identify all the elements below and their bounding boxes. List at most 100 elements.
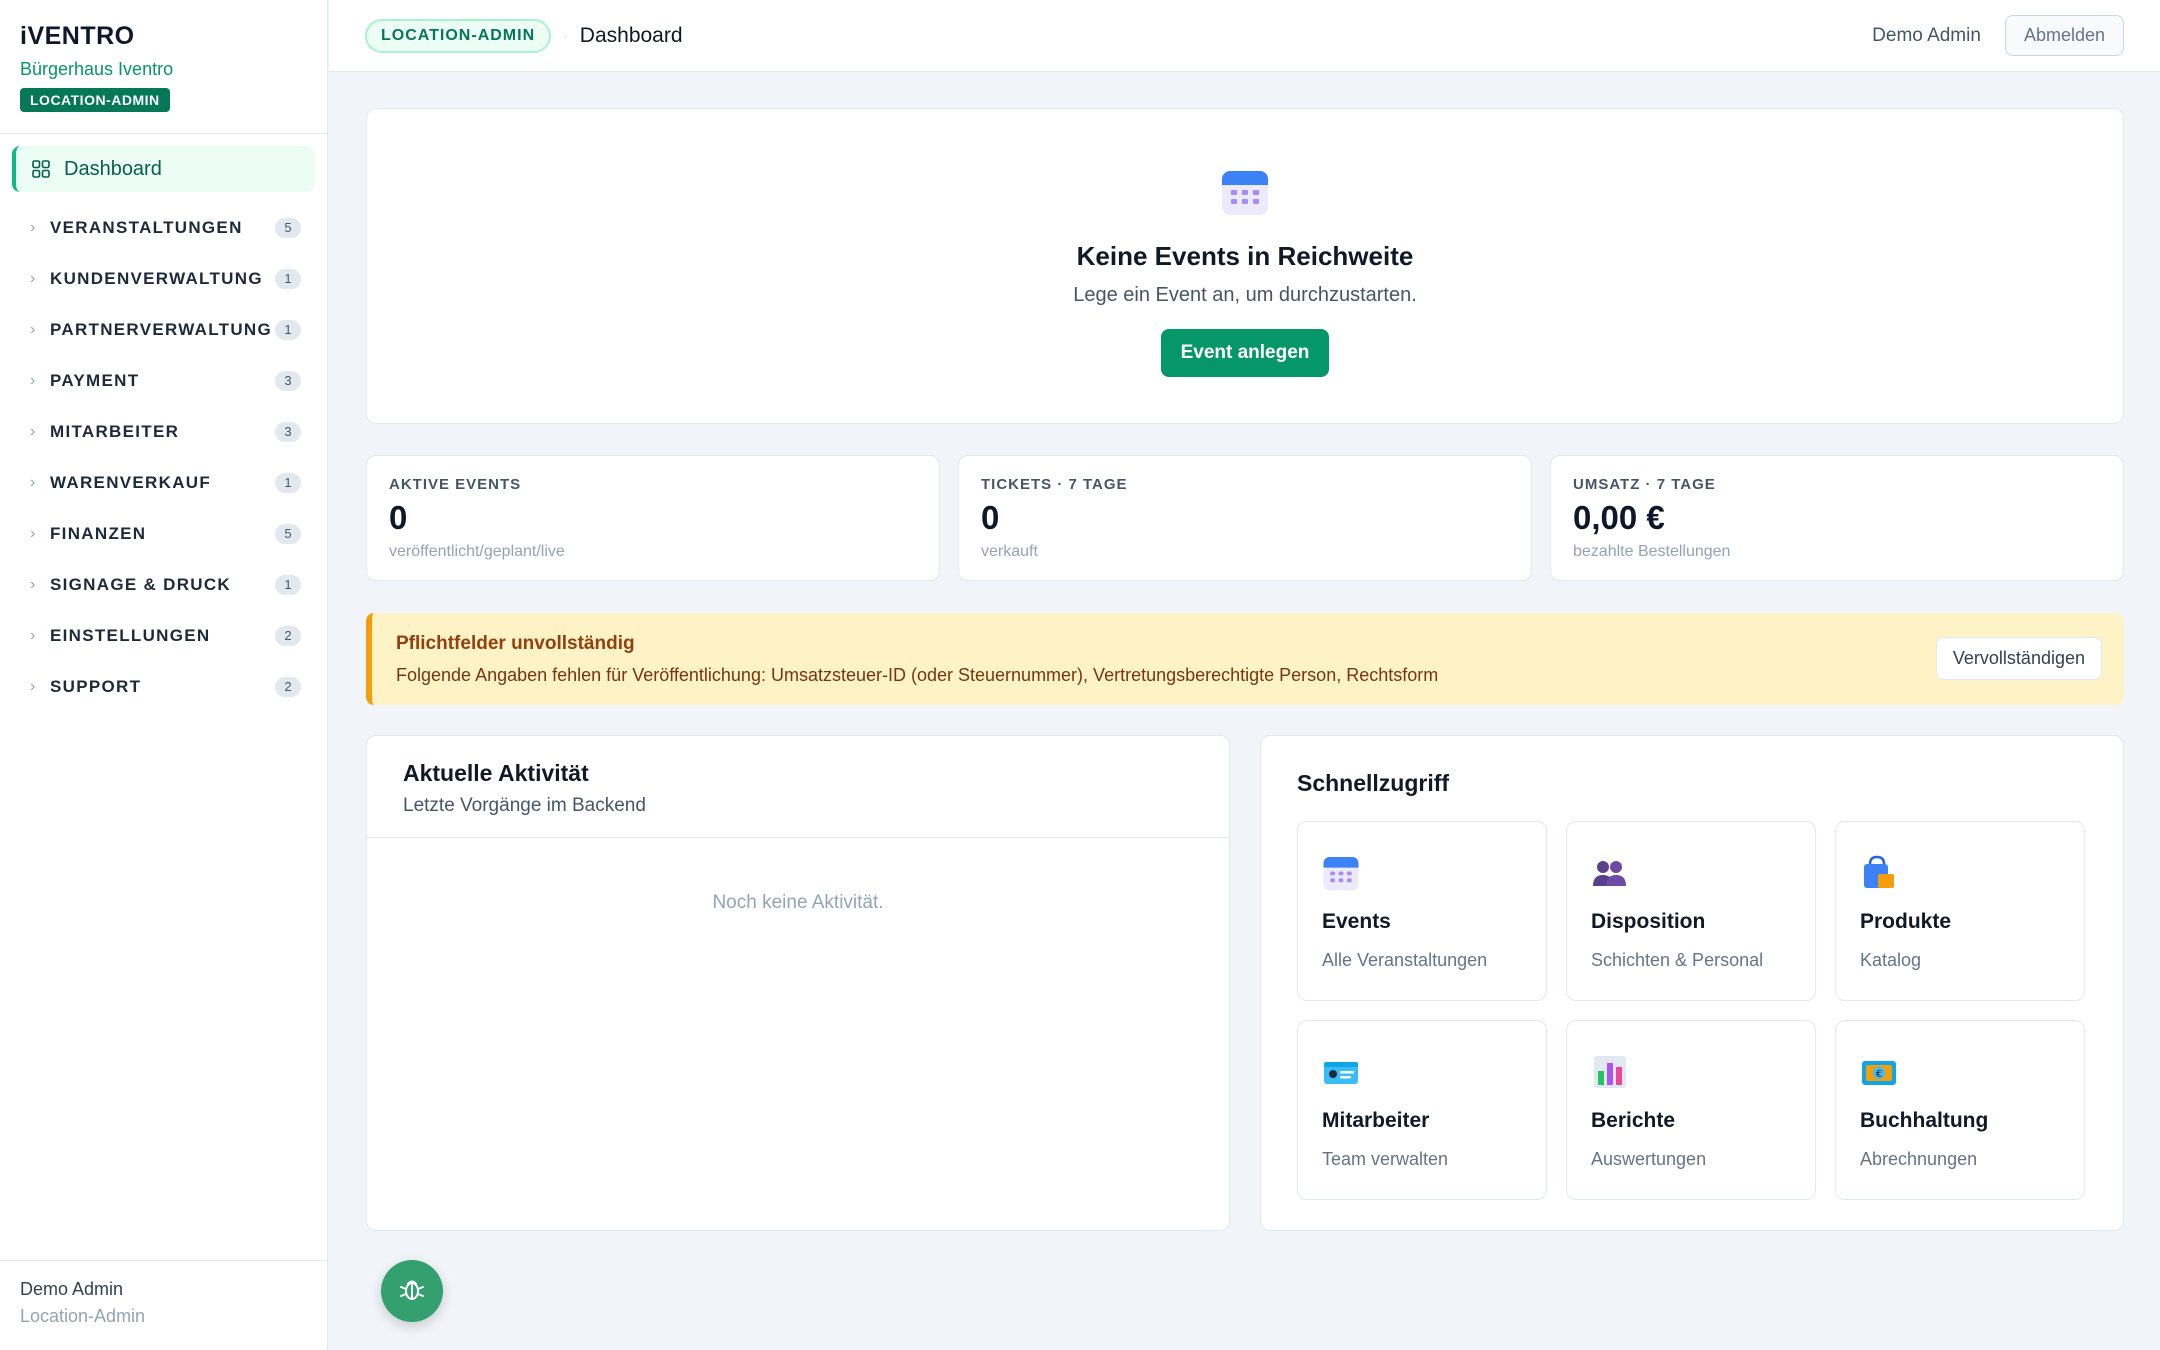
complete-profile-button[interactable]: Vervollständigen bbox=[1935, 637, 2102, 680]
sidebar-item-mitarbeiter[interactable]: › MITARBEITER 3 bbox=[12, 406, 315, 457]
quick-tile-events[interactable]: Events Alle Veranstaltungen bbox=[1297, 821, 1547, 1001]
chevron-right-icon: › bbox=[30, 269, 36, 287]
stat-label: UMSATZ · 7 TAGE bbox=[1573, 476, 1716, 493]
stat-label: TICKETS · 7 TAGE bbox=[981, 476, 1128, 493]
sidebar-item-label: KUNDENVERWALTUNG bbox=[50, 268, 263, 288]
sidebar-item-finanzen[interactable]: › FINANZEN 5 bbox=[12, 508, 315, 559]
chevron-right-icon: › bbox=[30, 677, 36, 695]
breadcrumb-separator: · bbox=[563, 27, 568, 44]
brand-logo-text[interactable]: iVENTRO bbox=[20, 22, 307, 51]
quick-tile-subtitle: Team verwalten bbox=[1322, 1149, 1449, 1169]
quick-tile-subtitle: Katalog bbox=[1860, 950, 1922, 970]
sidebar-item-einstellungen[interactable]: › EINSTELLUNGEN 2 bbox=[12, 610, 315, 661]
sidebar-item-label: VERANSTALTUNGEN bbox=[50, 217, 243, 237]
quick-tile-title: Berichte bbox=[1591, 1109, 1676, 1132]
chevron-right-icon: › bbox=[30, 218, 36, 236]
logout-button[interactable]: Abmelden bbox=[2004, 15, 2124, 56]
quick-tile-title: Disposition bbox=[1591, 910, 1706, 933]
money-icon: € bbox=[1860, 1053, 1898, 1091]
sidebar: iVENTRO Bürgerhaus Iventro LOCATION-ADMI… bbox=[0, 0, 328, 1350]
sidebar-item-partnerverwaltung[interactable]: › PARTNERVERWALTUNG 1 bbox=[12, 304, 315, 355]
count-badge: 3 bbox=[275, 421, 301, 442]
sidebar-item-kundenverwaltung[interactable]: › KUNDENVERWALTUNG 1 bbox=[12, 253, 315, 304]
quick-tile-subtitle: Abrechnungen bbox=[1860, 1149, 1978, 1169]
count-badge: 1 bbox=[275, 472, 301, 493]
quick-tile-subtitle: Alle Veranstaltungen bbox=[1322, 950, 1488, 970]
quick-tile-mitarbeiter[interactable]: Mitarbeiter Team verwalten bbox=[1297, 1020, 1547, 1200]
quick-tile-subtitle: Auswertungen bbox=[1591, 1149, 1707, 1169]
shopping-bag-icon bbox=[1860, 854, 1898, 892]
sidebar-item-label: PAYMENT bbox=[50, 370, 140, 390]
location-name: Bürgerhaus Iventro bbox=[20, 59, 174, 79]
bug-icon bbox=[398, 1275, 426, 1308]
chevron-right-icon: › bbox=[30, 371, 36, 389]
quick-access-grid: Events Alle Veranstaltungen Disposition … bbox=[1297, 821, 2087, 1200]
bug-report-button[interactable] bbox=[381, 1260, 443, 1322]
create-event-button[interactable]: Event anlegen bbox=[1160, 329, 1330, 377]
quick-access-card: Schnellzugriff Events Alle Veranstaltung… bbox=[1260, 735, 2124, 1231]
role-badge: LOCATION-ADMIN bbox=[20, 88, 170, 112]
quick-tile-disposition[interactable]: Disposition Schichten & Personal bbox=[1566, 821, 1816, 1001]
quick-tile-title: Mitarbeiter bbox=[1322, 1109, 1430, 1132]
alert-text: Folgende Angaben fehlen für Veröffentlic… bbox=[396, 665, 1439, 685]
quick-tile-produkte[interactable]: Produkte Katalog bbox=[1835, 821, 2085, 1001]
sidebar-item-label: EINSTELLUNGEN bbox=[50, 625, 211, 645]
empty-events-card: Keine Events in Reichweite Lege ein Even… bbox=[366, 108, 2124, 424]
count-badge: 5 bbox=[275, 523, 301, 544]
footer-user-role: Location-Admin bbox=[20, 1306, 146, 1326]
breadcrumb: Dashboard bbox=[579, 23, 683, 47]
top-header: LOCATION-ADMIN · Dashboard Demo Admin Ab… bbox=[329, 0, 2160, 72]
footer-user-name: Demo Admin bbox=[20, 1279, 124, 1299]
activity-card: Aktuelle Aktivität Letzte Vorgänge im Ba… bbox=[366, 735, 1230, 1231]
count-badge: 1 bbox=[275, 319, 301, 340]
activity-subtitle: Letzte Vorgänge im Backend bbox=[403, 795, 646, 816]
chevron-right-icon: › bbox=[30, 524, 36, 542]
stat-card-revenue: UMSATZ · 7 TAGE 0,00 € bezahlte Bestellu… bbox=[1550, 455, 2124, 581]
calendar-icon bbox=[1220, 167, 1270, 217]
stat-label: AKTIVE EVENTS bbox=[389, 476, 522, 493]
chevron-right-icon: › bbox=[30, 473, 36, 491]
empty-state-subtitle: Lege ein Event an, um durchzustarten. bbox=[1073, 284, 1417, 306]
sidebar-item-signage-druck[interactable]: › SIGNAGE & DRUCK 1 bbox=[12, 559, 315, 610]
stat-caption: verkauft bbox=[981, 543, 1038, 560]
quick-tile-title: Buchhaltung bbox=[1860, 1109, 1989, 1132]
stat-value: 0 bbox=[981, 499, 1000, 536]
calendar-icon bbox=[1322, 854, 1360, 892]
quick-tile-subtitle: Schichten & Personal bbox=[1591, 950, 1764, 970]
stat-card-active-events: AKTIVE EVENTS 0 veröffentlicht/geplant/l… bbox=[366, 455, 940, 581]
sidebar-item-label: PARTNERVERWALTUNG bbox=[50, 319, 273, 339]
quick-tile-title: Events bbox=[1322, 910, 1391, 933]
header-user-name: Demo Admin bbox=[1872, 24, 1981, 46]
sidebar-item-label: SUPPORT bbox=[50, 676, 142, 696]
sidebar-item-warenverkauf[interactable]: › WARENVERKAUF 1 bbox=[12, 457, 315, 508]
chevron-right-icon: › bbox=[30, 422, 36, 440]
stat-caption: bezahlte Bestellungen bbox=[1573, 543, 1731, 560]
quick-tile-berichte[interactable]: Berichte Auswertungen bbox=[1566, 1020, 1816, 1200]
activity-header: Aktuelle Aktivität Letzte Vorgänge im Ba… bbox=[367, 736, 1229, 838]
alert-title: Pflichtfelder unvollständig bbox=[396, 633, 635, 654]
quick-access-title: Schnellzugriff bbox=[1297, 770, 1450, 796]
stat-value: 0 bbox=[389, 499, 408, 536]
sidebar-item-label: WARENVERKAUF bbox=[50, 472, 212, 492]
stat-caption: veröffentlicht/geplant/live bbox=[389, 543, 565, 560]
sidebar-item-support[interactable]: › SUPPORT 2 bbox=[12, 661, 315, 712]
quick-tile-buchhaltung[interactable]: € Buchhaltung Abrechnungen bbox=[1835, 1020, 2085, 1200]
count-badge: 1 bbox=[275, 574, 301, 595]
header-user-area: Demo Admin Abmelden bbox=[1872, 15, 2124, 56]
id-card-icon bbox=[1322, 1053, 1360, 1091]
sidebar-item-veranstaltungen[interactable]: › VERANSTALTUNGEN 5 bbox=[12, 202, 315, 253]
role-pill: LOCATION-ADMIN bbox=[365, 18, 552, 53]
activity-empty-text: Noch keine Aktivität. bbox=[712, 892, 884, 913]
sidebar-nav: Dashboard › VERANSTALTUNGEN 5 › KUNDENVE… bbox=[0, 134, 327, 724]
chevron-right-icon: › bbox=[30, 320, 36, 338]
count-badge: 2 bbox=[275, 625, 301, 646]
sidebar-item-label: SIGNAGE & DRUCK bbox=[50, 574, 232, 594]
sidebar-item-dashboard[interactable]: Dashboard bbox=[12, 146, 315, 192]
count-badge: 5 bbox=[275, 217, 301, 238]
sidebar-user-footer: Demo Admin Location-Admin bbox=[0, 1260, 327, 1350]
sidebar-item-label: Dashboard bbox=[64, 157, 162, 180]
activity-title: Aktuelle Aktivität bbox=[403, 760, 589, 786]
chevron-right-icon: › bbox=[30, 626, 36, 644]
chevron-right-icon: › bbox=[30, 575, 36, 593]
sidebar-item-payment[interactable]: › PAYMENT 3 bbox=[12, 355, 315, 406]
